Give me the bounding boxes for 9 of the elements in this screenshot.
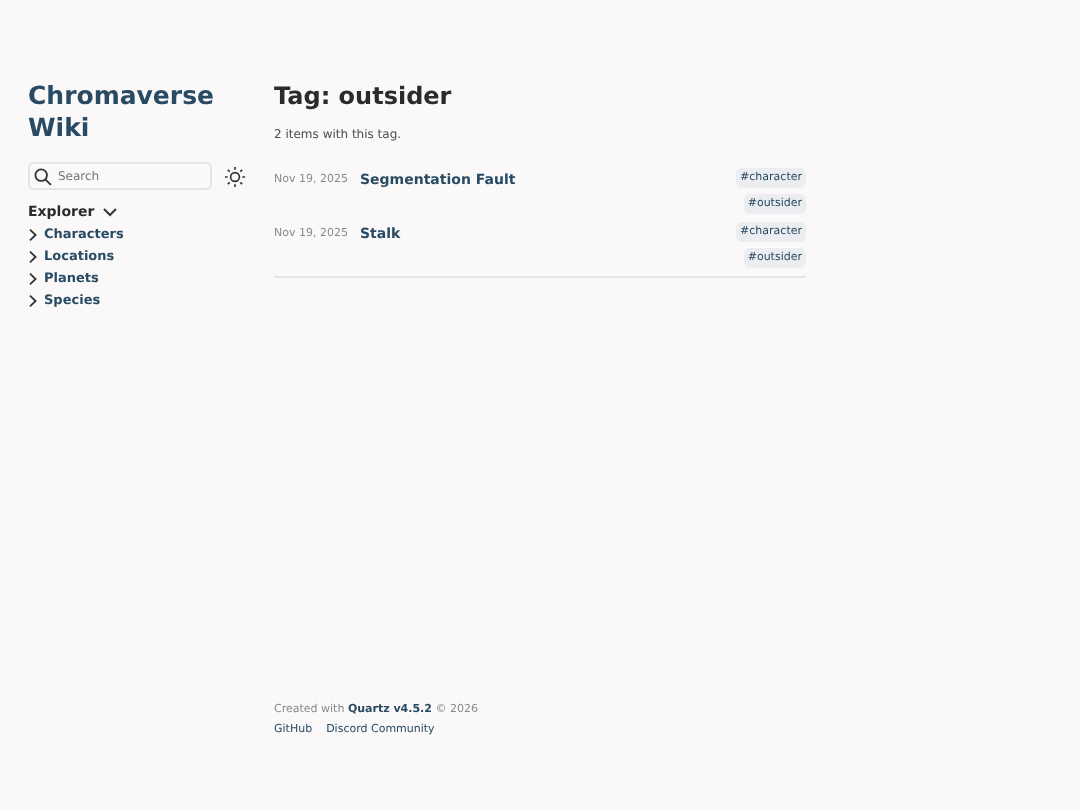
chevron-icon[interactable] [28,293,38,307]
chevron-icon [102,206,119,218]
chevron-icon[interactable] [28,271,38,285]
site-title[interactable]: Chromaverse Wiki [28,80,248,144]
page-title: Tag: outsider [274,80,454,112]
search-icon [34,168,52,186]
chevron-icon[interactable] [28,249,38,263]
sun-icon[interactable] [224,165,246,187]
chevron-icon[interactable] [28,227,38,241]
